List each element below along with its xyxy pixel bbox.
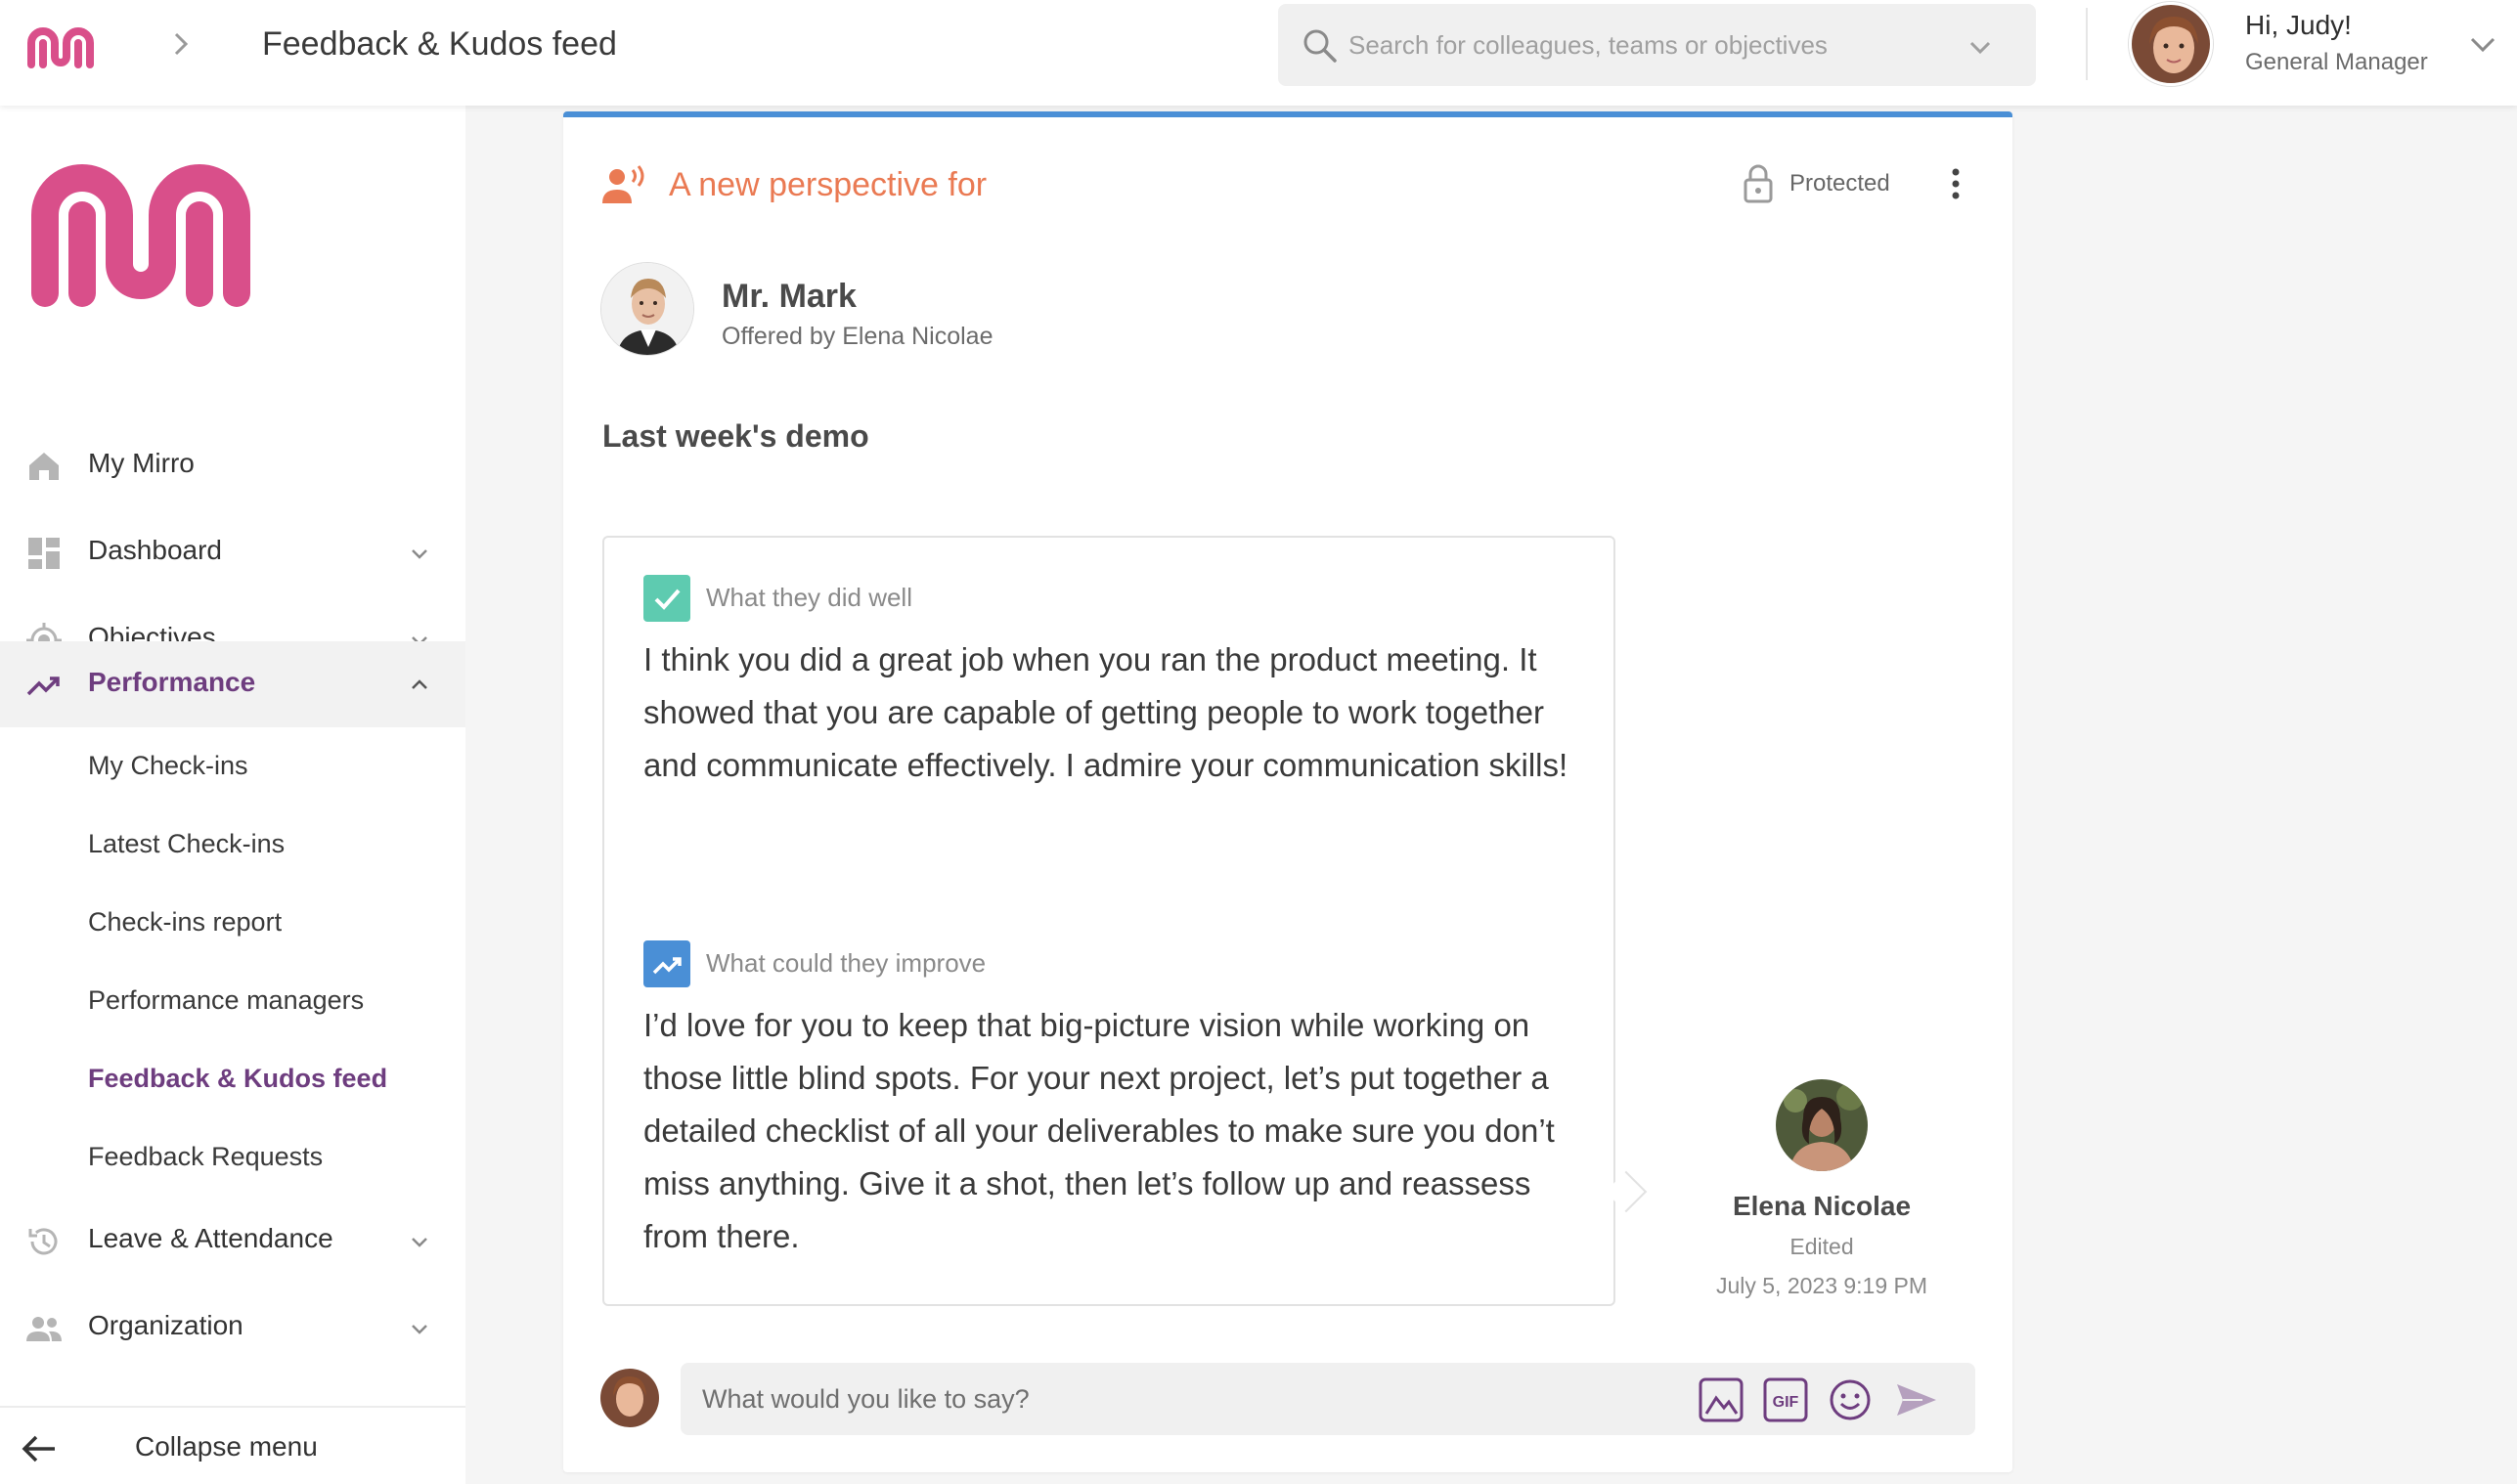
image-upload-icon[interactable] <box>1698 1376 1744 1423</box>
feedback-timestamp: July 5, 2023 9:19 PM <box>1715 1273 1928 1298</box>
protected-label: Protected <box>1789 170 1890 196</box>
user-greeting: Hi, Judy! <box>2245 10 2352 40</box>
sidebar-item-organization[interactable]: Organization <box>0 1285 465 1371</box>
sidebar-item-label: Organization <box>88 1310 243 1340</box>
section-label-did-well: What they did well <box>706 583 912 612</box>
user-menu-chevron-icon[interactable] <box>2466 27 2499 61</box>
people-icon <box>25 1310 63 1347</box>
chevron-down-icon <box>407 1316 432 1341</box>
offered-by: Offered by Elena Nicolae <box>722 323 994 350</box>
arrow-left-icon <box>20 1429 59 1468</box>
top-bar: Feedback & Kudos feed Hi, Judy! General … <box>0 0 2517 106</box>
dashboard-icon <box>25 535 63 572</box>
sidebar-item-label: Dashboard <box>88 535 222 565</box>
sidebar-subitem-check-ins-report[interactable]: Check-ins report <box>88 907 282 938</box>
emoji-icon[interactable] <box>1827 1376 1874 1423</box>
sidebar-subitem-my-check-ins[interactable]: My Check-ins <box>88 751 248 781</box>
card-heading: A new perspective for <box>669 166 988 203</box>
search-icon <box>1302 27 1339 65</box>
lock-icon <box>1743 164 1774 203</box>
comment-input[interactable] <box>702 1376 1660 1421</box>
section-label-could-improve: What could they improve <box>706 948 987 978</box>
chevron-up-icon <box>407 673 432 698</box>
section-text-did-well: I think you did a great job when you ran… <box>643 641 1568 783</box>
recipient-avatar[interactable] <box>600 262 694 356</box>
chevron-down-icon <box>407 541 432 566</box>
mirro-logo-icon[interactable] <box>23 22 98 68</box>
sidebar-subitem-latest-check-ins[interactable]: Latest Check-ins <box>88 829 285 859</box>
sidebar-subitem-feedback-kudos-feed[interactable]: Feedback & Kudos feed <box>88 1064 387 1094</box>
user-role: General Manager <box>2245 49 2428 75</box>
sidebar-item-label: Leave & Attendance <box>88 1223 333 1253</box>
gif-icon[interactable]: GIF <box>1762 1376 1809 1423</box>
trending-up-icon <box>25 667 63 704</box>
author-avatar[interactable] <box>1776 1079 1868 1171</box>
recipient-name[interactable]: Mr. Mark <box>722 278 857 316</box>
current-user-avatar <box>600 1369 659 1427</box>
send-icon[interactable] <box>1893 1376 1940 1423</box>
checkmark-icon <box>643 575 690 622</box>
page-title: Feedback & Kudos feed <box>262 25 617 63</box>
svg-text:GIF: GIF <box>1773 1394 1799 1411</box>
comment-bar: GIF <box>681 1363 1975 1435</box>
feedback-title: Last week's demo <box>602 418 869 454</box>
search-bar[interactable] <box>1278 4 2036 86</box>
user-avatar[interactable] <box>2129 2 2213 86</box>
sidebar: My Mirro Dashboard Objectives Performanc… <box>0 106 465 1484</box>
sidebar-subitem-performance-managers[interactable]: Performance managers <box>88 985 364 1016</box>
sidebar-item-performance[interactable]: Performance <box>0 641 465 727</box>
person-voice-icon <box>602 164 649 207</box>
chevron-down-icon[interactable] <box>1966 33 1994 61</box>
sidebar-item-label: My Mirro <box>88 448 195 478</box>
section-text-could-improve: I’d love for you to keep that big-pictur… <box>643 1007 1555 1254</box>
more-options-icon[interactable] <box>1944 164 1967 203</box>
feedback-content-box: What they did well I think you did a gre… <box>602 536 1615 1306</box>
author-name[interactable]: Elena Nicolae <box>1649 1191 1995 1222</box>
sidebar-item-label: Performance <box>88 667 256 697</box>
collapse-menu-label: Collapse menu <box>135 1431 318 1462</box>
mirro-logo-icon <box>23 151 258 309</box>
home-icon <box>25 448 63 485</box>
sidebar-item-dashboard[interactable]: Dashboard <box>0 509 465 595</box>
chevron-right-icon[interactable] <box>166 29 196 59</box>
search-input[interactable] <box>1348 23 1955 66</box>
history-icon <box>25 1223 63 1260</box>
sidebar-subitem-feedback-requests[interactable]: Feedback Requests <box>88 1142 323 1172</box>
sidebar-item-leave-attendance[interactable]: Leave & Attendance <box>0 1198 465 1284</box>
divider <box>2086 8 2088 80</box>
edited-status: Edited <box>1789 1234 1854 1259</box>
chevron-down-icon <box>407 1229 432 1254</box>
trending-up-icon <box>643 940 690 987</box>
collapse-menu-button[interactable]: Collapse menu <box>0 1406 465 1484</box>
sidebar-item-my-mirro[interactable]: My Mirro <box>0 422 465 508</box>
feedback-card: A new perspective for Protected Mr. Mark… <box>563 111 2012 1472</box>
